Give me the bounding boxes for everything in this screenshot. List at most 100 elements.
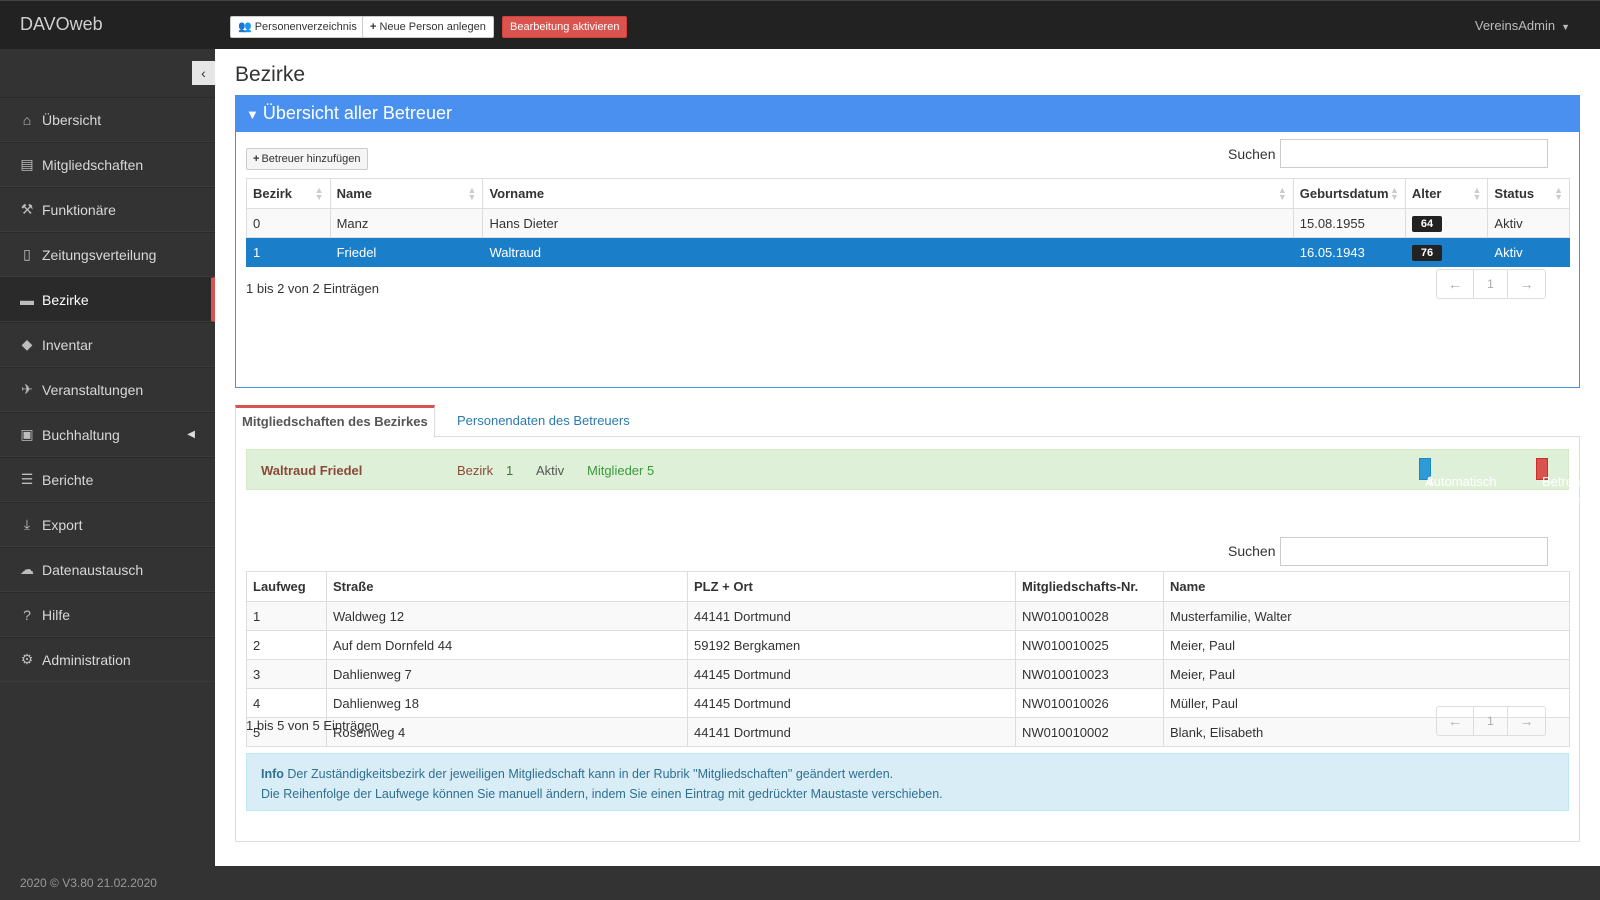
remove-betreuer-label: Betreuer entfernen xyxy=(1542,474,1597,509)
bezirk-label: Bezirk xyxy=(457,463,494,478)
betreuer-summary-bar: Waltraud Friedel Bezirk 1 Aktiv Mitglied… xyxy=(246,449,1597,509)
cell-bezirk: 1 xyxy=(246,237,331,267)
cell-plz-ort: 59192 Bergkamen xyxy=(687,630,1016,660)
users-icon: 👥 xyxy=(238,21,252,33)
cell-name: Meier, Paul xyxy=(1163,630,1570,660)
column-header-alter[interactable]: Alter ▲ ▼ xyxy=(1404,178,1489,209)
plus-icon: + xyxy=(370,21,377,33)
sidebar-menu: ⌂ Übersicht ▤ Mitgliedschaften ⚒ Funktionär… xyxy=(0,97,215,682)
page-number-button[interactable]: 1 xyxy=(1474,270,1508,298)
tab-mitgliedschaften[interactable]: Mitgliedschaften des Bezirkes xyxy=(235,405,435,438)
cell-name: Manz xyxy=(329,208,484,238)
prev-page-button[interactable]: ← xyxy=(1437,270,1474,298)
sidebar-item-mitgliedschaften[interactable]: ▤ Mitgliedschaften xyxy=(0,142,215,187)
add-betreuer-label: Betreuer hinzufügen xyxy=(261,153,361,165)
new-person-button[interactable]: + Neue Person anlegen xyxy=(362,16,494,38)
footer-bar xyxy=(0,866,1600,900)
mitglieder-search-input[interactable] xyxy=(1280,537,1548,566)
cell-strasse: Dahlienweg 18 xyxy=(326,688,688,718)
sidebar-item-label: Hilfe xyxy=(42,606,71,623)
cell-vorname: Hans Dieter xyxy=(482,208,1294,238)
column-header-plz-ort: PLZ + Ort xyxy=(687,571,1016,602)
remove-betreuer-button[interactable]: − Betreuer entfernen xyxy=(1536,458,1597,509)
table-row[interactable]: 1 Waldweg 12 44141 Dortmund NW010010028 … xyxy=(246,601,1570,631)
sidebar-item-uebersicht[interactable]: ⌂ Übersicht xyxy=(0,97,215,142)
cell-laufweg: 3 xyxy=(246,659,327,689)
briefcase-icon: ▬ xyxy=(20,291,34,308)
info-text-2: Die Reihenfolge der Laufwege können Sie … xyxy=(261,787,943,801)
pagination: ← 1 → xyxy=(1436,706,1546,736)
cell-mitgliedschafts-nr: NW010010025 xyxy=(1015,630,1164,660)
sidebar-item-veranstaltungen[interactable]: ✈ Veranstaltungen xyxy=(0,367,215,412)
table-row[interactable]: 4 Dahlienweg 18 44145 Dortmund NW0100100… xyxy=(246,688,1570,718)
table-row[interactable]: 0 Manz Hans Dieter 15.08.1955 64 Aktiv xyxy=(246,208,1570,238)
sidebar-item-datenaustausch[interactable]: ☁ Datenaustausch xyxy=(0,547,215,592)
auto-sort-button[interactable]: ⇕ Automatisch sortieren xyxy=(1419,458,1497,509)
sidebar-item-administration[interactable]: ⚙ Administration xyxy=(0,637,215,682)
top-navbar: DAVOweb 👥 Personenverzeichnis + Neue Perso… xyxy=(0,0,1600,49)
cell-plz-ort: 44141 Dortmund xyxy=(687,717,1016,747)
gavel-icon: ⚒ xyxy=(20,201,34,217)
cell-plz-ort: 44145 Dortmund xyxy=(687,659,1016,689)
sidebar-item-export[interactable]: ⤓ Export xyxy=(0,502,215,547)
search-label: Suchen xyxy=(1228,543,1276,559)
sidebar-item-label: Funktionäre xyxy=(42,201,116,218)
user-name: VereinsAdmin xyxy=(1474,18,1556,33)
table-row[interactable]: 3 Dahlienweg 7 44145 Dortmund NW01001002… xyxy=(246,659,1570,689)
table-row[interactable]: 2 Auf dem Dornfeld 44 59192 Bergkamen NW… xyxy=(246,630,1570,660)
sort-icon: ▲ ▼ xyxy=(314,185,324,202)
status-text: Aktiv xyxy=(536,463,565,478)
cell-vorname: Waltraud xyxy=(482,237,1294,267)
column-header-laufweg: Laufweg xyxy=(246,571,327,602)
cell-plz-ort: 44145 Dortmund xyxy=(687,688,1016,718)
sidebar-item-buchhaltung[interactable]: ▣ Buchhaltung ◀ xyxy=(0,412,215,457)
betreuer-search-input[interactable] xyxy=(1280,139,1548,168)
sidebar-item-bezirke[interactable]: ▬ Bezirke xyxy=(0,277,215,322)
table-header-row: Laufweg Straße PLZ + Ort Mitgliedschafts… xyxy=(246,571,1570,602)
sidebar-item-hilfe[interactable]: ? Hilfe xyxy=(0,592,215,637)
cell-alter: 64 xyxy=(1404,208,1489,238)
page-number-button[interactable]: 1 xyxy=(1474,707,1508,735)
column-header-name: Name xyxy=(1163,571,1570,602)
directory-button[interactable]: 👥 Personenverzeichnis xyxy=(230,16,365,38)
user-menu[interactable]: VereinsAdmin ▼ xyxy=(1475,18,1570,33)
sidebar-collapse-button[interactable]: ‹ xyxy=(192,61,215,85)
info-alert: Info Der Zuständigkeitsbezirk der jeweil… xyxy=(246,753,1569,811)
wrench-icon: ⚙ xyxy=(20,651,34,667)
mitglieder-table: Laufweg Straße PLZ + Ort Mitgliedschafts… xyxy=(246,571,1570,747)
sidebar-item-label: Datenaustausch xyxy=(42,561,144,578)
file-icon: ▯ xyxy=(23,246,31,262)
sidebar-item-zeitungsverteilung[interactable]: ▯ Zeitungsverteilung xyxy=(0,232,215,277)
column-header-label: Geburtsdatum xyxy=(1299,186,1389,201)
cell-laufweg: 1 xyxy=(246,601,327,631)
column-header-label: Name xyxy=(336,186,372,201)
activate-edit-button[interactable]: Bearbeitung aktivieren xyxy=(502,16,628,38)
cell-status: Aktiv xyxy=(1487,237,1570,267)
table-row-selected[interactable]: 1 Friedel Waltraud 16.05.1943 76 Aktiv xyxy=(246,237,1570,267)
next-page-button[interactable]: → xyxy=(1508,707,1545,735)
cell-mitgliedschafts-nr: NW010010023 xyxy=(1015,659,1164,689)
sidebar-item-label: Veranstaltungen xyxy=(42,381,144,398)
column-header-label: Vorname xyxy=(489,186,545,201)
sidebar-item-berichte[interactable]: ☰ Berichte xyxy=(0,457,215,502)
add-betreuer-button[interactable]: + Betreuer hinzufügen xyxy=(246,148,368,170)
directory-button-label: Personenverzeichnis xyxy=(254,21,357,33)
table-row[interactable]: 5 Rosenweg 4 44141 Dortmund NW010010002 … xyxy=(246,717,1570,747)
column-header-name[interactable]: Name ▲ ▼ xyxy=(329,178,484,209)
tags-icon: ◆ xyxy=(21,336,33,352)
cell-laufweg: 2 xyxy=(246,630,327,660)
next-page-button[interactable]: → xyxy=(1508,270,1545,298)
prev-page-button[interactable]: ← xyxy=(1437,707,1474,735)
tab-personendaten[interactable]: Personendaten des Betreuers xyxy=(451,405,636,437)
column-header-vorname[interactable]: Vorname ▲ ▼ xyxy=(482,178,1294,209)
column-header-bezirk[interactable]: Bezirk ▲ ▼ xyxy=(246,178,331,209)
sidebar-item-funktionaere[interactable]: ⚒ Funktionäre xyxy=(0,187,215,232)
detail-panel: Waltraud Friedel Bezirk 1 Aktiv Mitglied… xyxy=(235,437,1597,842)
column-header-label: Status xyxy=(1494,186,1535,201)
column-header-geburtsdatum[interactable]: Geburtsdatum ▲ ▼ xyxy=(1292,178,1406,209)
brand-logo[interactable]: DAVOweb xyxy=(20,14,103,35)
sidebar-item-inventar[interactable]: ◆ Inventar xyxy=(0,322,215,367)
list-icon: ☰ xyxy=(20,471,34,487)
column-header-status[interactable]: Status ▲ ▼ xyxy=(1487,178,1570,209)
new-person-button-label: Neue Person anlegen xyxy=(379,21,486,33)
